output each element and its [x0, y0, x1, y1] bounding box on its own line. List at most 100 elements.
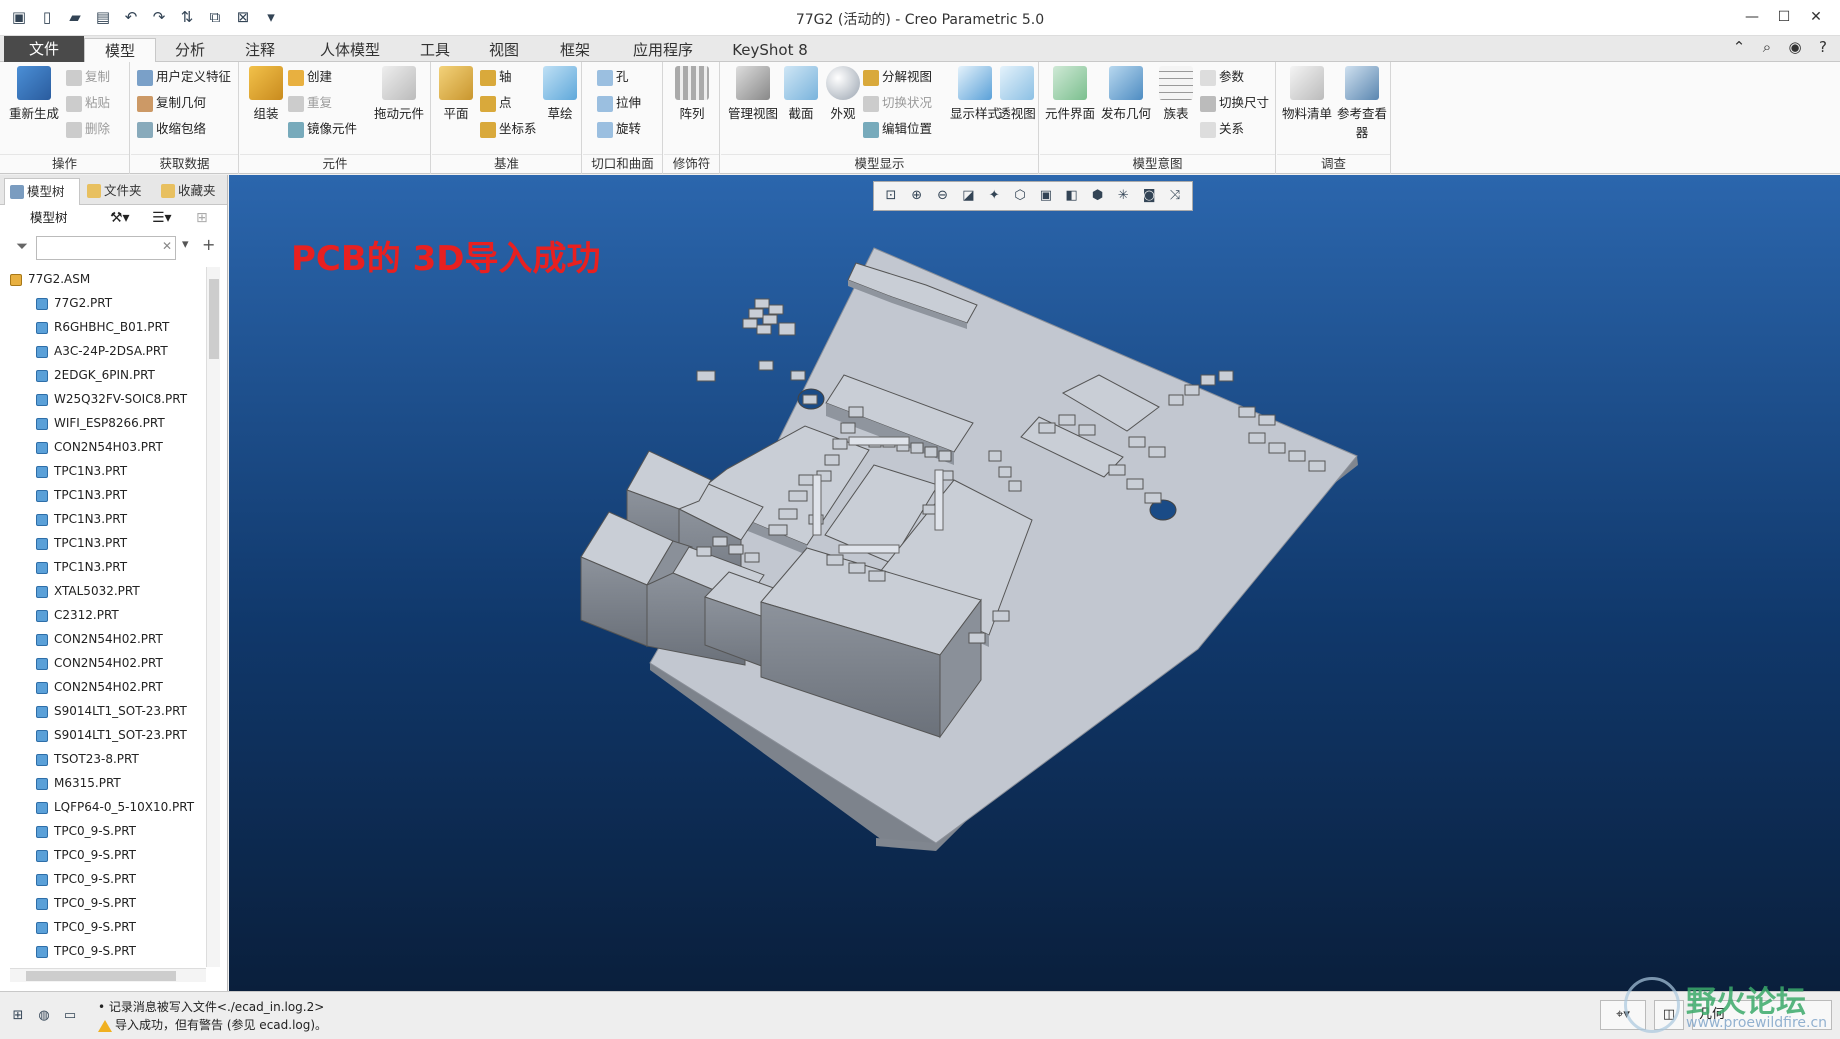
- show-icon[interactable]: ☰▾: [152, 205, 172, 231]
- tree-part-item[interactable]: TPC1N3.PRT: [10, 507, 205, 531]
- copy-button[interactable]: 复制: [66, 66, 110, 88]
- group-label-investigate[interactable]: 调查: [1277, 154, 1390, 172]
- tree-part-item[interactable]: TSOT23-8.PRT: [10, 747, 205, 771]
- section-button[interactable]: 截面: [781, 66, 821, 122]
- tree-part-item[interactable]: 2EDGK_6PIN.PRT: [10, 363, 205, 387]
- tree-part-item[interactable]: M6315.PRT: [10, 771, 205, 795]
- tree-part-item[interactable]: CON2N54H02.PRT: [10, 651, 205, 675]
- pattern-button[interactable]: 阵列: [670, 66, 714, 122]
- tree-part-item[interactable]: CON2N54H02.PRT: [10, 675, 205, 699]
- revolve-button[interactable]: 旋转: [597, 118, 641, 140]
- appearance-button[interactable]: 外观: [823, 66, 863, 122]
- group-label-get-data[interactable]: 获取数据: [131, 154, 238, 172]
- group-label-cuts[interactable]: 切口和曲面: [583, 154, 662, 172]
- group-label-datum[interactable]: 基准: [432, 154, 581, 172]
- tree-horizontal-scrollbar[interactable]: [10, 968, 206, 982]
- paste-button[interactable]: 粘贴: [66, 92, 110, 114]
- csys-button[interactable]: 坐标系: [480, 118, 537, 140]
- hole-button[interactable]: 孔: [597, 66, 629, 88]
- sketch-button[interactable]: 草绘: [540, 66, 580, 122]
- group-label-model-display[interactable]: 模型显示: [721, 154, 1038, 172]
- reference-viewer-button[interactable]: 参考查看器: [1335, 66, 1389, 141]
- tree-root-assembly[interactable]: 77G2.ASM: [10, 267, 205, 291]
- edit-position-button[interactable]: 编辑位置: [863, 118, 932, 140]
- extrude-button[interactable]: 拉伸: [597, 92, 641, 114]
- settings-icon[interactable]: ⚒▾: [110, 205, 130, 231]
- tree-part-item[interactable]: TPC1N3.PRT: [10, 531, 205, 555]
- tree-part-item[interactable]: TPC0_9-S.PRT: [10, 819, 205, 843]
- repeat-button[interactable]: 重复: [288, 92, 332, 114]
- plane-button[interactable]: 平面: [436, 66, 476, 122]
- collapse-ribbon-icon[interactable]: ⌃: [1728, 38, 1750, 56]
- tab-keyshot[interactable]: KeyShot 8: [720, 38, 820, 62]
- tree-vertical-scrollbar[interactable]: [206, 267, 220, 967]
- regenerate-button[interactable]: 重新生成: [6, 66, 62, 122]
- group-label-model-intent[interactable]: 模型意图: [1040, 154, 1275, 172]
- perspective-button[interactable]: 透视图: [997, 66, 1037, 122]
- scroll-thumb[interactable]: [209, 279, 219, 359]
- browser-toggle-icon[interactable]: ◍: [34, 1006, 54, 1026]
- tab-tools[interactable]: 工具: [405, 38, 465, 62]
- tab-applications[interactable]: 应用程序: [618, 38, 708, 62]
- group-label-modifiers[interactable]: 修饰符: [664, 154, 719, 172]
- create-button[interactable]: 创建: [288, 66, 332, 88]
- toggle-status-button[interactable]: 切换状况: [863, 92, 932, 114]
- tab-manikin[interactable]: 人体模型: [305, 38, 395, 62]
- search-options-icon[interactable]: ▾: [182, 237, 189, 252]
- tab-view[interactable]: 视图: [474, 38, 534, 62]
- graphics-viewport[interactable]: ⊡ ⊕ ⊖ ◪ ✦ ⬡ ▣ ◧ ⬢ ✳ ◙ ⤨ PCB的 3D导入成功: [229, 175, 1840, 991]
- tree-search-input[interactable]: [36, 236, 176, 260]
- help-icon[interactable]: ?: [1812, 38, 1834, 56]
- minimize-icon[interactable]: —: [1736, 4, 1768, 30]
- tab-model[interactable]: 模型: [84, 38, 156, 63]
- tree-part-item[interactable]: TPC0_9-S.PRT: [10, 891, 205, 915]
- tab-model-tree[interactable]: 模型树: [4, 178, 80, 205]
- tree-part-item[interactable]: TPC1N3.PRT: [10, 555, 205, 579]
- assemble-button[interactable]: 组装: [244, 66, 288, 122]
- tab-framework[interactable]: 框架: [545, 38, 605, 62]
- component-interface-button[interactable]: 元件界面: [1042, 66, 1098, 122]
- maximize-icon[interactable]: ☐: [1768, 4, 1800, 30]
- tree-part-item[interactable]: CON2N54H03.PRT: [10, 435, 205, 459]
- tree-part-item[interactable]: S9014LT1_SOT-23.PRT: [10, 699, 205, 723]
- fullscreen-icon[interactable]: ▭: [60, 1006, 80, 1026]
- tree-part-item[interactable]: XTAL5032.PRT: [10, 579, 205, 603]
- exploded-view-button[interactable]: 分解视图: [863, 66, 932, 88]
- tree-part-item[interactable]: W25Q32FV-SOIC8.PRT: [10, 387, 205, 411]
- shrinkwrap-button[interactable]: 收缩包络: [137, 118, 206, 140]
- tab-file[interactable]: 文件: [4, 36, 84, 62]
- tree-filter-icon[interactable]: ⊞: [196, 205, 208, 231]
- manage-views-button[interactable]: 管理视图: [725, 66, 781, 122]
- tree-part-item[interactable]: S9014LT1_SOT-23.PRT: [10, 723, 205, 747]
- pcb-model[interactable]: [229, 175, 1840, 991]
- tree-part-item[interactable]: TPC0_9-S.PRT: [10, 915, 205, 939]
- display-style-button[interactable]: 显示样式: [947, 66, 1003, 122]
- tab-annotate[interactable]: 注释: [230, 38, 290, 62]
- tab-folder-browser[interactable]: 文件夹: [82, 178, 152, 205]
- tree-part-item[interactable]: CON2N54H02.PRT: [10, 627, 205, 651]
- tree-part-item[interactable]: TPC0_9-S.PRT: [10, 843, 205, 867]
- copy-geometry-button[interactable]: 复制几何: [137, 92, 206, 114]
- point-button[interactable]: 点: [480, 92, 512, 114]
- publish-geometry-button[interactable]: 发布几何: [1098, 66, 1154, 122]
- tree-part-item[interactable]: TPC1N3.PRT: [10, 483, 205, 507]
- close-icon[interactable]: ✕: [1800, 4, 1832, 30]
- tree-part-item[interactable]: TPC0_9-S.PRT: [10, 867, 205, 891]
- tree-part-item[interactable]: C2312.PRT: [10, 603, 205, 627]
- add-filter-icon[interactable]: +: [202, 235, 215, 254]
- relations-button[interactable]: 关系: [1200, 118, 1244, 140]
- tree-part-item[interactable]: 77G2.PRT: [10, 291, 205, 315]
- udf-button[interactable]: 用户定义特征: [137, 66, 231, 88]
- group-label-component[interactable]: 元件: [240, 154, 430, 172]
- group-label-operations[interactable]: 操作: [0, 154, 129, 172]
- tree-part-item[interactable]: TPC1N3.PRT: [10, 459, 205, 483]
- clear-search-icon[interactable]: ✕: [162, 239, 172, 253]
- tree-part-item[interactable]: A3C-24P-2DSA.PRT: [10, 339, 205, 363]
- tree-part-item[interactable]: WIFI_ESP8266.PRT: [10, 411, 205, 435]
- tree-part-item[interactable]: R6GHBHC_B01.PRT: [10, 315, 205, 339]
- search-icon[interactable]: ⌕: [1756, 38, 1778, 56]
- bom-button[interactable]: 物料清单: [1279, 66, 1335, 122]
- tree-part-item[interactable]: TPC0_9-S.PRT: [10, 939, 205, 963]
- switch-dimensions-button[interactable]: 切换尺寸: [1200, 92, 1269, 114]
- drag-components-button[interactable]: 拖动元件: [370, 66, 428, 122]
